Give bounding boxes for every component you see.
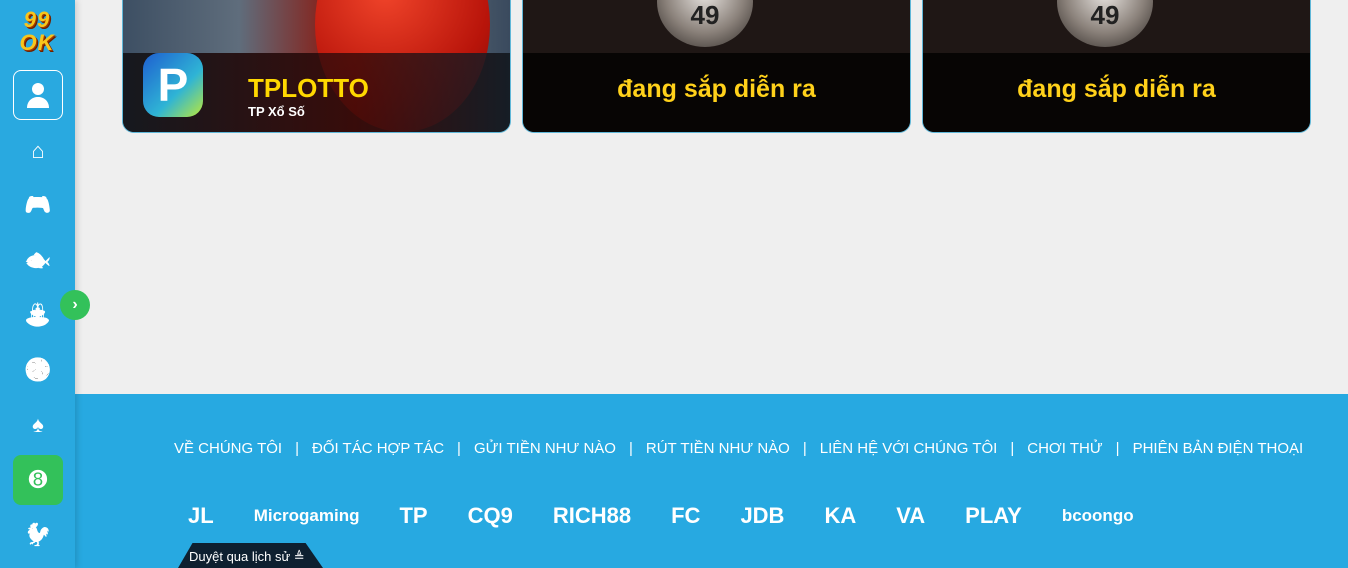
sidebar-item-home[interactable]: ⌂	[13, 126, 63, 176]
provider-logo[interactable]: Microgaming	[254, 496, 360, 536]
sports-icon: ⚽	[24, 357, 52, 382]
footer-link[interactable]: GỬI TIỀN NHƯ NÀO	[474, 440, 616, 457]
sidebar-item-cards[interactable]: ♠	[13, 400, 63, 450]
footer-link[interactable]: LIÊN HỆ VỚI CHÚNG TÔI	[820, 440, 998, 457]
lottery-icon: ➑	[28, 467, 48, 492]
game-card-tplotto[interactable]: P TPLOTTO TP Xổ Số	[122, 0, 511, 133]
footer-link[interactable]: VỀ CHÚNG TÔI	[174, 440, 282, 457]
provider-logo[interactable]: RICH88	[553, 496, 631, 536]
game-card-upcoming[interactable]: 49 đang sắp diễn ra	[922, 0, 1311, 133]
sidebar-item-lottery[interactable]: ➑	[13, 455, 63, 505]
user-button[interactable]	[13, 70, 63, 120]
game-card-upcoming[interactable]: 49 đang sắp diễn ra	[522, 0, 911, 133]
provider-logo[interactable]: bcoongo	[1062, 496, 1134, 536]
cards-icon: ♠	[32, 412, 44, 437]
sidebar-item-fishing[interactable]: 🐟	[13, 235, 63, 285]
link-separator: |	[457, 440, 461, 457]
card-subtitle: TP Xổ Số	[248, 104, 305, 119]
user-icon	[27, 83, 49, 108]
provider-logo[interactable]: JL	[188, 496, 214, 536]
link-separator: |	[295, 440, 299, 457]
provider-logo[interactable]: VA	[896, 496, 925, 536]
provider-logo[interactable]: FC	[671, 496, 700, 536]
provider-logo[interactable]: CQ9	[468, 496, 513, 536]
home-icon: ⌂	[31, 138, 45, 163]
card-title: đang sắp diễn ra	[1017, 75, 1216, 103]
footer-link[interactable]: RÚT TIỀN NHƯ NÀO	[646, 440, 790, 457]
provider-logo[interactable]: JDB	[740, 496, 784, 536]
link-separator: |	[628, 440, 633, 457]
games-icon: 🎮	[24, 192, 52, 217]
link-separator: |	[1115, 440, 1120, 457]
tplotto-logo: P	[143, 53, 203, 117]
card-title: đang sắp diễn ra	[617, 75, 816, 103]
link-separator: |	[802, 440, 807, 457]
cockfight-icon: 🐓	[24, 522, 52, 547]
provider-logos: JL Microgaming TP CQ9 RICH88 FC JDB KA VA PLAY bco…	[188, 496, 1174, 536]
chevron-right-icon: ›	[72, 296, 78, 313]
provider-logo[interactable]: TP	[399, 496, 427, 536]
sidebar-item-casino[interactable]: ⛲	[13, 290, 63, 340]
browse-history-tab[interactable]: Duyệt qua lịch sử ≜	[178, 543, 323, 568]
logo[interactable]: 99 OK	[12, 8, 62, 58]
provider-logo[interactable]: KA	[824, 496, 856, 536]
expand-sidebar-button[interactable]: ›	[60, 290, 90, 320]
fishing-icon: 🐟	[24, 247, 52, 272]
sidebar-item-sports[interactable]: ⚽	[13, 345, 63, 395]
footer-link[interactable]: ĐỐI TÁC HỢP TÁC	[312, 440, 444, 457]
card-title: TPLOTTO	[248, 73, 369, 103]
footer-link[interactable]: CHƠI THỬ	[1027, 440, 1102, 457]
footer-links: VỀ CHÚNG TÔI | ĐỐI TÁC HỢP TÁC | GỬI TIỀN NH…	[174, 440, 1303, 457]
footer: VỀ CHÚNG TÔI | ĐỐI TÁC HỢP TÁC | GỬI TIỀN NH…	[75, 394, 1348, 568]
sidebar: 99 OK ⌂ 🎮 🐟 ⛲ ⚽ ♠ ➑ 🐓	[0, 0, 75, 568]
sidebar-item-games[interactable]: 🎮	[13, 180, 63, 230]
sidebar-item-cockfight[interactable]: 🐓	[13, 510, 63, 560]
provider-logo[interactable]: PLAY	[965, 496, 1022, 536]
casino-icon: ⛲	[24, 302, 52, 327]
footer-link[interactable]: PHIÊN BẢN ĐIỆN THOẠI	[1133, 440, 1304, 457]
link-separator: |	[1010, 440, 1015, 457]
